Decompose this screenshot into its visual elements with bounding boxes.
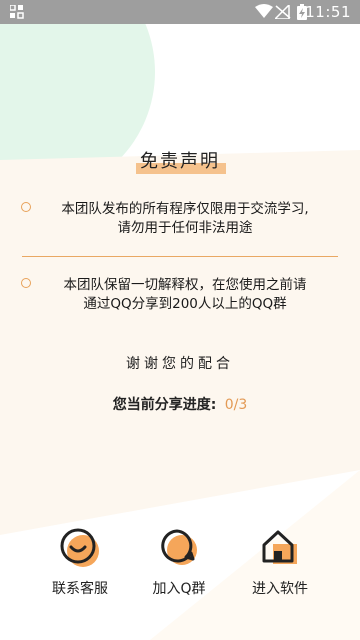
progress-label: 您当前分享进度:: [112, 397, 217, 413]
wifi-icon: [255, 4, 273, 18]
smile-face-icon: [60, 528, 99, 567]
page-title-text: 免责声明: [140, 151, 220, 172]
status-bar: 11:51: [0, 0, 360, 24]
bullet-circle-icon: [21, 202, 31, 212]
status-time: 11:51: [305, 3, 351, 21]
divider: [22, 256, 338, 257]
enter-software-button[interactable]: 进入软件: [235, 526, 325, 598]
action-label: 加入Q群: [152, 581, 206, 597]
no-signal-icon: [275, 5, 291, 19]
contact-service-button[interactable]: 联系客服: [35, 526, 125, 598]
notice-line: 本团队保留一切解释权，在您使用之前请: [63, 277, 307, 293]
notice-text: 本团队保留一切解释权，在您使用之前请 通过QQ分享到200人以上的QQ群: [40, 276, 330, 314]
title-container: 免责声明: [0, 147, 360, 174]
bullet-circle-icon: [21, 278, 31, 288]
page-title: 免责声明: [136, 147, 226, 174]
share-progress: 您当前分享进度: 0/3: [0, 394, 360, 414]
notice-text: 本团队发布的所有程序仅限用于交流学习, 请勿用于任何非法用途: [40, 200, 330, 238]
notice-line: 本团队发布的所有程序仅限用于交流学习,: [61, 201, 309, 217]
notice-line: 请勿用于任何非法用途: [117, 220, 253, 236]
join-qq-group-button[interactable]: 加入Q群: [134, 526, 224, 598]
thanks-text: 谢谢您的配合: [126, 356, 234, 372]
action-label: 进入软件: [252, 581, 308, 597]
action-label: 联系客服: [52, 581, 108, 597]
progress-value: 0/3: [224, 397, 248, 413]
chat-bubble-icon: [161, 529, 197, 565]
notice-line: 通过QQ分享到200人以上的QQ群: [83, 296, 287, 312]
home-icon: [262, 530, 297, 564]
notification-icon: [10, 5, 24, 19]
